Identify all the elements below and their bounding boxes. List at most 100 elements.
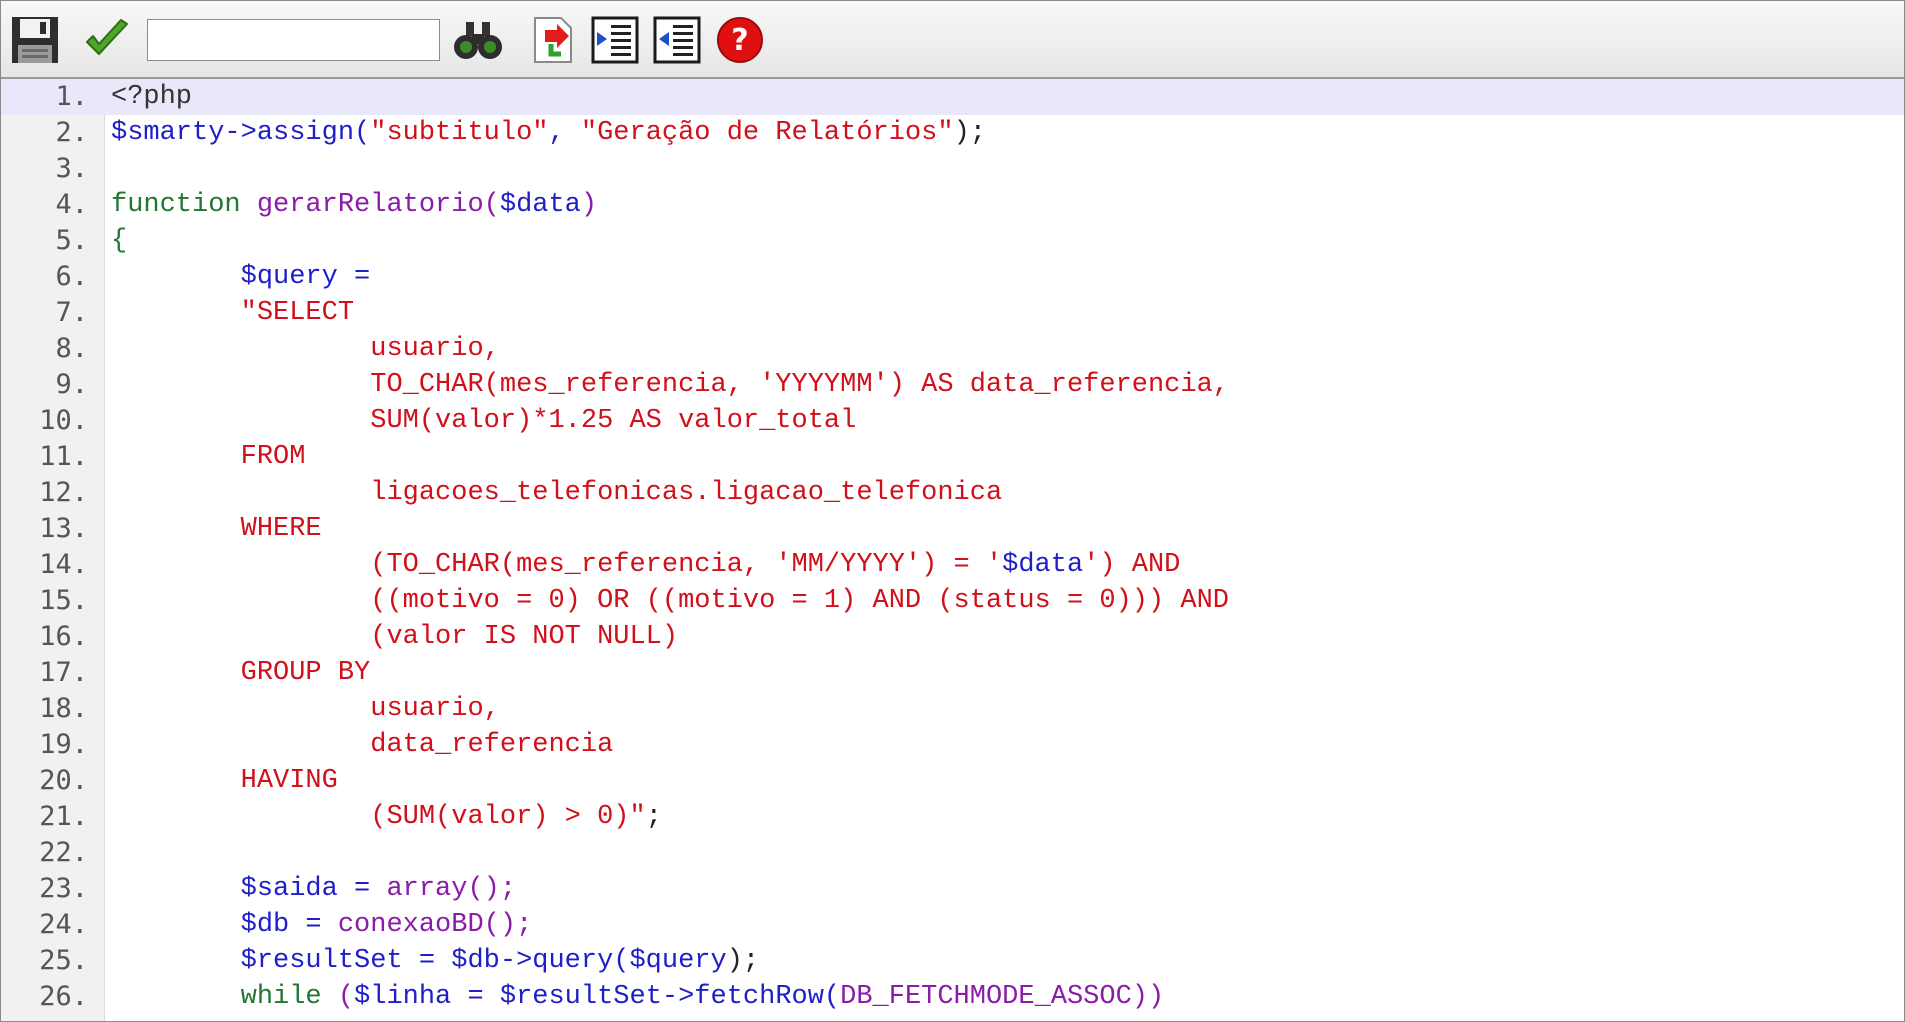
- code-line[interactable]: 17. GROUP BY: [1, 655, 1904, 691]
- code-text: $db = conexaoBD();: [111, 907, 533, 943]
- code-text: {: [111, 223, 127, 259]
- code-text: "SELECT: [111, 295, 354, 331]
- help-icon[interactable]: ?: [714, 14, 766, 66]
- code-token: ') AND: [1083, 550, 1181, 580]
- code-token: ->assign(: [224, 118, 371, 148]
- line-number: 5.: [55, 225, 88, 256]
- line-number: 3.: [55, 153, 88, 184]
- line-number: 20.: [39, 765, 88, 796]
- code-line[interactable]: 7. "SELECT: [1, 295, 1904, 331]
- code-token: {: [111, 226, 128, 256]
- code-token: );: [726, 946, 760, 976]
- code-line[interactable]: 20. HAVING: [1, 763, 1904, 799]
- code-line[interactable]: 11. FROM: [1, 439, 1904, 475]
- code-text: WHERE: [111, 511, 322, 547]
- line-number: 8.: [55, 333, 88, 364]
- code-token: "subtitulo": [370, 118, 549, 148]
- code-token: "Geração de Relatórios": [580, 118, 954, 148]
- code-line[interactable]: 15. ((motivo = 0) OR ((motivo = 1) AND (…: [1, 583, 1904, 619]
- line-number: 16.: [39, 621, 88, 652]
- code-line[interactable]: 2. $smarty->assign("subtitulo", "Geração …: [1, 115, 1904, 151]
- code-token: ,: [548, 118, 581, 148]
- code-text: function gerarRelatorio($data): [111, 187, 597, 223]
- line-number: 21.: [39, 801, 88, 832]
- code-line[interactable]: 9. TO_CHAR(mes_referencia, 'YYYYMM') AS …: [1, 367, 1904, 403]
- code-token: $linha = $resultSet->fetchRow(: [354, 982, 841, 1012]
- code-text: ((motivo = 0) OR ((motivo = 1) AND (stat…: [111, 583, 1229, 619]
- line-number: 22.: [39, 837, 88, 868]
- code-editor-window: ? 1. <?php 2. $smarty->assign("subtitulo", …: [0, 0, 1905, 1022]
- code-area[interactable]: 1. <?php 2. $smarty->assign("subtitulo", "G…: [1, 79, 1904, 1021]
- code-token: GROUP BY: [111, 658, 371, 688]
- code-text: (valor IS NOT NULL): [111, 619, 678, 655]
- line-number: 14.: [39, 549, 88, 580]
- save-icon[interactable]: [9, 14, 61, 66]
- code-line[interactable]: 14. (TO_CHAR(mes_referencia, 'MM/YYYY') …: [1, 547, 1904, 583]
- code-token: <?php: [111, 82, 193, 112]
- code-text: SUM(valor)*1.25 AS valor_total: [111, 403, 856, 439]
- line-number: 17.: [39, 657, 88, 688]
- line-number: 13.: [39, 513, 88, 544]
- code-text: usuario,: [111, 331, 500, 367]
- code-token: $data: [1002, 550, 1084, 580]
- code-token: ligacoes_telefonicas.ligacao_telefonica: [111, 478, 1003, 508]
- code-text: FROM: [111, 439, 306, 475]
- code-line[interactable]: 19. data_referencia: [1, 727, 1904, 763]
- toolbar: ?: [1, 1, 1904, 79]
- code-line[interactable]: 3.: [1, 151, 1904, 187]
- code-token: gerarRelatorio(: [256, 190, 500, 220]
- code-line[interactable]: 16. (valor IS NOT NULL): [1, 619, 1904, 655]
- find-icon[interactable]: [452, 14, 504, 66]
- code-token: while: [111, 982, 338, 1012]
- line-number: 23.: [39, 873, 88, 904]
- code-token: array();: [386, 874, 517, 904]
- code-token: data_referencia: [111, 730, 614, 760]
- code-text: while ($linha = $resultSet->fetchRow(DB_…: [111, 979, 1165, 1015]
- code-token: $query: [629, 946, 727, 976]
- line-number: 9.: [55, 369, 88, 400]
- code-line[interactable]: 13. WHERE: [1, 511, 1904, 547]
- outdent-icon[interactable]: [651, 14, 703, 66]
- goto-line-icon[interactable]: [527, 14, 579, 66]
- code-line[interactable]: 18. usuario,: [1, 691, 1904, 727]
- line-number: 25.: [39, 945, 88, 976]
- indent-icon[interactable]: [589, 14, 641, 66]
- code-token: HAVING: [111, 766, 338, 796]
- code-text: usuario,: [111, 691, 500, 727]
- check-icon[interactable]: [81, 14, 133, 66]
- svg-text:?: ?: [731, 23, 748, 58]
- code-token: $data: [499, 190, 581, 220]
- code-token: $resultSet = $db->query(: [111, 946, 630, 976]
- code-token: )): [1131, 982, 1165, 1012]
- code-text: HAVING: [111, 763, 338, 799]
- code-line[interactable]: 1. <?php: [1, 79, 1904, 115]
- search-input[interactable]: [147, 19, 440, 61]
- code-token: );: [953, 118, 986, 148]
- code-line[interactable]: 12. ligacoes_telefonicas.ligacao_telefon…: [1, 475, 1904, 511]
- code-token: $db =: [111, 910, 338, 940]
- code-line[interactable]: 6. $query =: [1, 259, 1904, 295]
- code-token: ;: [645, 802, 662, 832]
- code-line[interactable]: 5. {: [1, 223, 1904, 259]
- code-line[interactable]: 4. function gerarRelatorio($data): [1, 187, 1904, 223]
- code-token: $query =: [111, 262, 371, 292]
- line-number: 12.: [39, 477, 88, 508]
- code-token: (TO_CHAR(mes_referencia, 'MM/YYYY') = ': [111, 550, 1003, 580]
- code-line[interactable]: 25. $resultSet = $db->query($query);: [1, 943, 1904, 979]
- code-token: (: [337, 982, 355, 1012]
- code-line[interactable]: 22.: [1, 835, 1904, 871]
- code-line[interactable]: 21. (SUM(valor) > 0)";: [1, 799, 1904, 835]
- code-token: "SELECT: [111, 298, 355, 328]
- code-line[interactable]: 23. $saida = array();: [1, 871, 1904, 907]
- code-text: $smarty->assign("subtitulo", "Geração de…: [111, 115, 986, 151]
- code-line[interactable]: 10. SUM(valor)*1.25 AS valor_total: [1, 403, 1904, 439]
- code-token: $saida =: [111, 874, 387, 904]
- code-line[interactable]: 24. $db = conexaoBD();: [1, 907, 1904, 943]
- code-line[interactable]: 8. usuario,: [1, 331, 1904, 367]
- code-line[interactable]: 26. while ($linha = $resultSet->fetchRow…: [1, 979, 1904, 1015]
- line-number: 4.: [55, 189, 88, 220]
- code-token: WHERE: [111, 514, 322, 544]
- code-text: data_referencia: [111, 727, 613, 763]
- line-number: 7.: [55, 297, 88, 328]
- code-token: FROM: [111, 442, 306, 472]
